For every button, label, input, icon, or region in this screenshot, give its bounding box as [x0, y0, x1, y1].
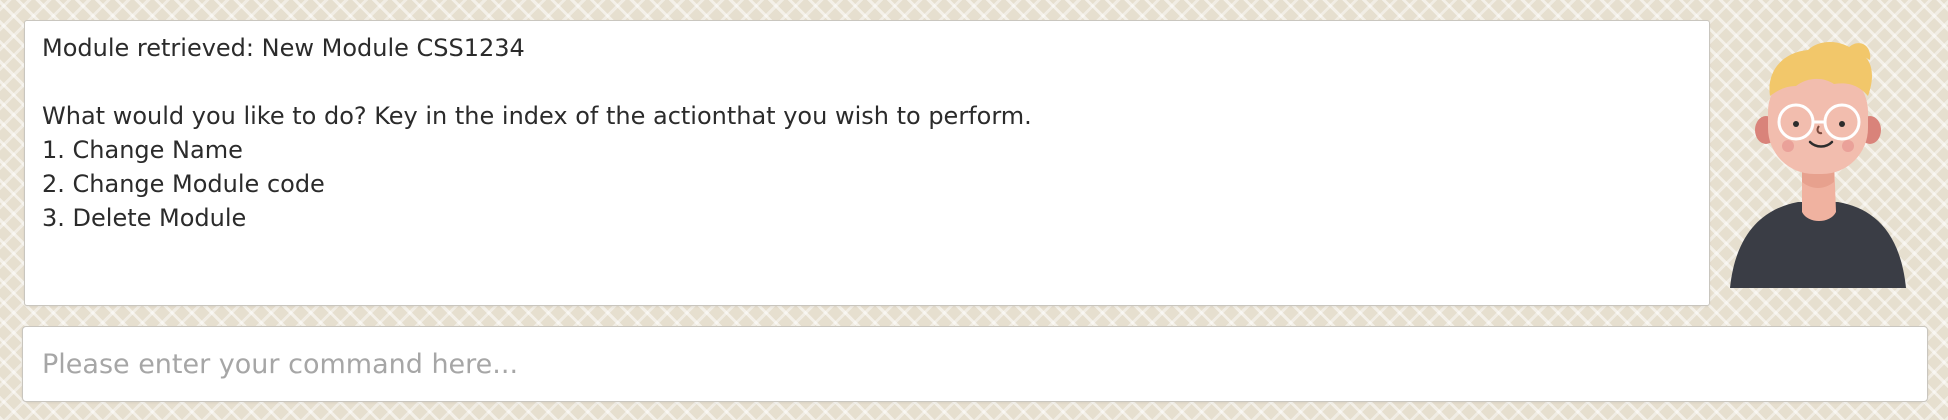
- avatar-illustration: [1730, 41, 1906, 288]
- dialog-line: 2. Change Module code: [42, 170, 325, 198]
- dialog-line: [42, 65, 1692, 99]
- command-input[interactable]: [23, 327, 1927, 401]
- command-box: [22, 326, 1928, 402]
- bot-avatar-icon: [1726, 30, 1910, 292]
- dialog-box: Module retrieved: New Module CSS1234 Wha…: [24, 20, 1710, 306]
- dialog-line: What would you like to do? Key in the in…: [42, 102, 1032, 130]
- dialog-line: Module retrieved: New Module CSS1234: [42, 34, 525, 62]
- dialog-line: 1. Change Name: [42, 136, 243, 164]
- dialog-line: 3. Delete Module: [42, 204, 247, 232]
